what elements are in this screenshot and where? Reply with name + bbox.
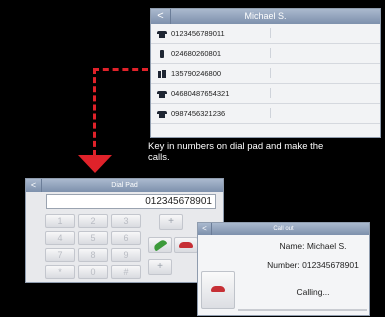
caller-number: Number: 012345678901: [267, 260, 359, 270]
row-divider: [270, 108, 368, 118]
instruction-caption: Key in numbers on dial pad and make the …: [148, 141, 324, 163]
row-divider: [270, 68, 368, 78]
call-out-titlebar: < Call out: [198, 223, 369, 235]
desk-phone-icon: [157, 30, 167, 38]
desk-phone-icon: [157, 90, 167, 98]
contact-number-row[interactable]: 0987456321236: [151, 104, 380, 124]
row-divider: [270, 88, 368, 98]
contact-number: 024680260801: [171, 49, 222, 58]
hangup-handset-icon: [179, 242, 193, 248]
phones-icon: [157, 69, 167, 78]
contact-number-row[interactable]: 0123456789011: [151, 24, 380, 44]
hangup-handset-icon: [211, 286, 225, 292]
key-6[interactable]: 6: [111, 231, 141, 245]
caller-name: Name: Michael S.: [279, 241, 347, 251]
hangup-button[interactable]: [201, 271, 235, 309]
key-4[interactable]: 4: [45, 231, 75, 245]
row-divider: [270, 28, 368, 38]
key-7[interactable]: 7: [45, 248, 75, 262]
end-call-button[interactable]: [174, 237, 198, 253]
contact-window: < Michael S. 0123456789011 024680260801 …: [150, 8, 381, 138]
key-hash[interactable]: #: [111, 265, 141, 279]
contact-number-row[interactable]: 04680487654321: [151, 84, 380, 104]
plus-button[interactable]: +: [159, 214, 183, 230]
key-8[interactable]: 8: [78, 248, 108, 262]
key-9[interactable]: 9: [111, 248, 141, 262]
contact-number-row[interactable]: 135790246800: [151, 64, 380, 84]
back-button[interactable]: <: [26, 179, 42, 192]
contact-titlebar: < Michael S.: [151, 9, 380, 24]
back-button[interactable]: <: [198, 223, 212, 235]
dial-number-field[interactable]: 012345678901: [46, 194, 216, 209]
status-bar-divider: [238, 309, 367, 311]
desk-phone-icon: [157, 110, 167, 118]
call-out-window: < Call out Name: Michael S. Number: 0123…: [197, 222, 370, 316]
call-handset-icon: [152, 238, 168, 252]
contact-number-row[interactable]: 024680260801: [151, 44, 380, 64]
dial-pad-title: Dial Pad: [111, 182, 138, 189]
call-status: Calling...: [296, 287, 330, 297]
back-button[interactable]: <: [151, 9, 171, 24]
key-2[interactable]: 2: [78, 214, 108, 228]
row-divider: [270, 48, 368, 58]
call-button[interactable]: [148, 237, 172, 253]
add-button[interactable]: +: [148, 259, 172, 275]
dial-pad-titlebar: < Dial Pad: [26, 179, 223, 192]
arrow-dash-horizontal: [93, 68, 148, 71]
arrow-dash-vertical: [93, 68, 96, 156]
key-star[interactable]: *: [45, 265, 75, 279]
call-out-title: Call out: [273, 226, 294, 232]
contact-number: 0987456321236: [171, 109, 226, 118]
arrow-down-icon: [78, 155, 112, 173]
key-0[interactable]: 0: [78, 265, 108, 279]
key-1[interactable]: 1: [45, 214, 75, 228]
key-5[interactable]: 5: [78, 231, 108, 245]
contact-name-title: Michael S.: [244, 11, 287, 21]
key-3[interactable]: 3: [111, 214, 141, 228]
contact-number: 0123456789011: [171, 29, 225, 38]
contact-number: 135790246800: [171, 69, 222, 78]
mobile-phone-icon: [157, 49, 167, 58]
contact-number: 04680487654321: [171, 89, 230, 98]
dial-pad-window: < Dial Pad 012345678901 1 2 3 4 5 6 7 8 …: [25, 178, 224, 283]
